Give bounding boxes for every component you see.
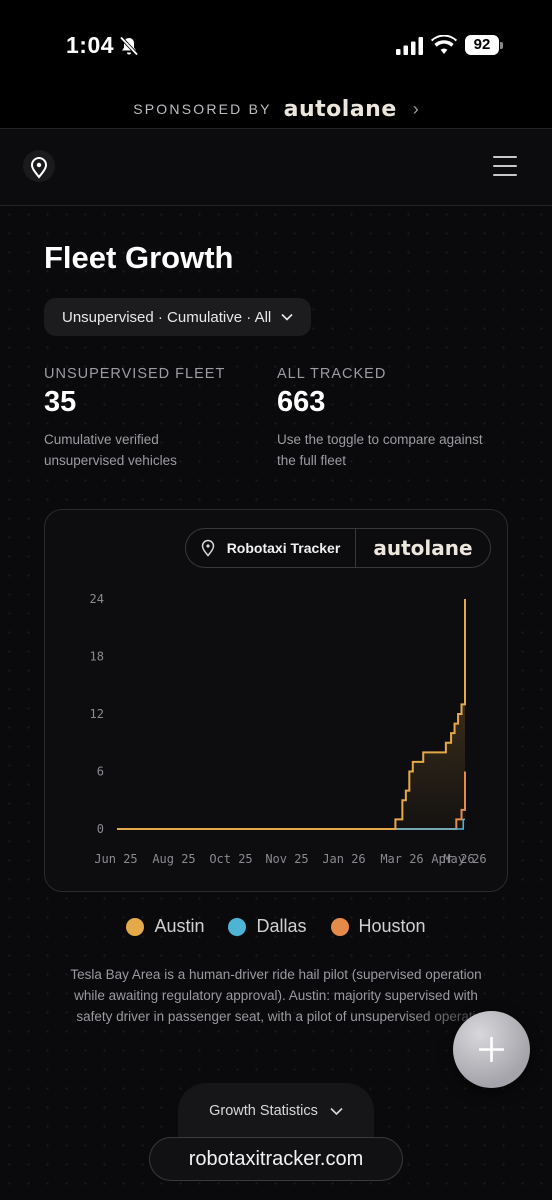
chevron-down-icon	[330, 1107, 343, 1116]
growth-statistics-toggle[interactable]: Growth Statistics	[178, 1083, 374, 1139]
x-tick-label: Mar 26	[380, 852, 423, 866]
legend-dot	[228, 917, 247, 936]
hamburger-menu-icon[interactable]	[493, 156, 517, 178]
chevron-down-icon	[281, 313, 293, 321]
stat-label: UNSUPERVISED FLEET	[44, 366, 226, 382]
location-pin-icon	[201, 539, 214, 557]
stat-all-tracked: ALL TRACKED 663 Use the toggle to compar…	[277, 366, 517, 471]
stat-description-line: Use the toggle to compare against	[277, 432, 483, 447]
y-tick-label: 24	[90, 592, 104, 606]
y-tick-label: 6	[97, 765, 104, 779]
badge-tracker: Robotaxi Tracker	[186, 529, 356, 567]
plus-icon	[479, 1037, 504, 1062]
battery-indicator: 92	[465, 35, 503, 55]
stat-label: ALL TRACKED	[277, 366, 387, 382]
legend-label: Austin	[154, 916, 205, 936]
menu-line	[493, 156, 517, 158]
footnote-line: Tesla Bay Area is a human-driver ride ha…	[70, 967, 482, 982]
fleet-growth-chart-card: 0 6 12 18 24 Jun 25 Aug 25 Oct 25 Nov 25 Jan 26 M…	[44, 509, 508, 892]
stat-description-line: unsupervised vehicles	[44, 453, 177, 468]
legend-dot	[126, 917, 145, 936]
battery-nub	[500, 42, 503, 49]
legend-dot	[330, 917, 349, 936]
y-tick-label: 18	[90, 650, 104, 664]
x-tick-label: Oct 25	[209, 852, 252, 866]
y-tick-label: 12	[90, 707, 104, 721]
menu-line	[493, 165, 517, 167]
legend-item-austin[interactable]: Austin	[126, 916, 204, 937]
x-tick-label: Jan 26	[322, 852, 365, 866]
stat-description: Cumulative verified unsupervised vehicle…	[44, 429, 264, 471]
floating-add-button[interactable]	[453, 1011, 530, 1088]
x-tick-label: May 26	[443, 852, 486, 866]
sponsor-label: SPONSORED BY	[133, 101, 272, 117]
growth-statistics-label: Growth Statistics	[209, 1103, 318, 1119]
stat-value: 663	[277, 386, 326, 418]
status-bar: 1:04 92	[0, 0, 552, 90]
legend-label: Houston	[358, 916, 426, 936]
stat-description-line: the full fleet	[277, 453, 347, 468]
badge-tracker-label: Robotaxi Tracker	[226, 540, 341, 556]
menu-line	[493, 174, 517, 176]
footnote-line: while awaiting regulatory approval). Aus…	[74, 988, 478, 1003]
y-tick-label: 0	[97, 822, 104, 836]
badge-brand-logo: autolane	[373, 536, 473, 560]
chevron-right-icon: ›	[412, 98, 419, 119]
status-time: 1:04	[66, 32, 115, 58]
sponsor-brand-logo: autolane	[283, 96, 397, 122]
url-text: robotaxitracker.com	[188, 1147, 364, 1170]
filter-label: Unsupervised · Cumulative · All	[62, 308, 272, 326]
location-pin-logo-icon[interactable]	[22, 149, 56, 187]
stat-description: Use the toggle to compare against the fu…	[277, 429, 517, 471]
x-tick-label: Aug 25	[152, 852, 195, 866]
legend-label: Dallas	[256, 916, 307, 936]
series-area-austin	[117, 599, 465, 829]
legend-item-houston[interactable]: Houston	[330, 916, 426, 937]
stat-unsupervised-fleet: UNSUPERVISED FLEET 35 Cumulative verifie…	[44, 366, 264, 471]
stat-description-line: Cumulative verified	[44, 432, 159, 447]
chart-watermark-badge: Robotaxi Tracker autolane	[185, 528, 491, 568]
wifi-icon	[431, 35, 457, 54]
sponsor-banner[interactable]: SPONSORED BY autolane ›	[0, 90, 552, 128]
chart-legend: Austin Dallas Houston	[0, 916, 552, 937]
stat-value: 35	[44, 386, 77, 418]
battery-level: 92	[465, 35, 499, 55]
x-tick-label: Jun 25	[94, 852, 137, 866]
browser-url-bar[interactable]: robotaxitracker.com	[149, 1137, 403, 1181]
filter-dropdown[interactable]: Unsupervised · Cumulative · All	[44, 298, 312, 336]
page-title: Fleet Growth	[44, 240, 234, 275]
top-navbar	[0, 128, 552, 206]
bell-muted-icon	[119, 36, 139, 56]
cellular-signal-icon	[396, 37, 423, 55]
legend-item-dallas[interactable]: Dallas	[228, 916, 307, 937]
x-tick-label: Nov 25	[265, 852, 308, 866]
